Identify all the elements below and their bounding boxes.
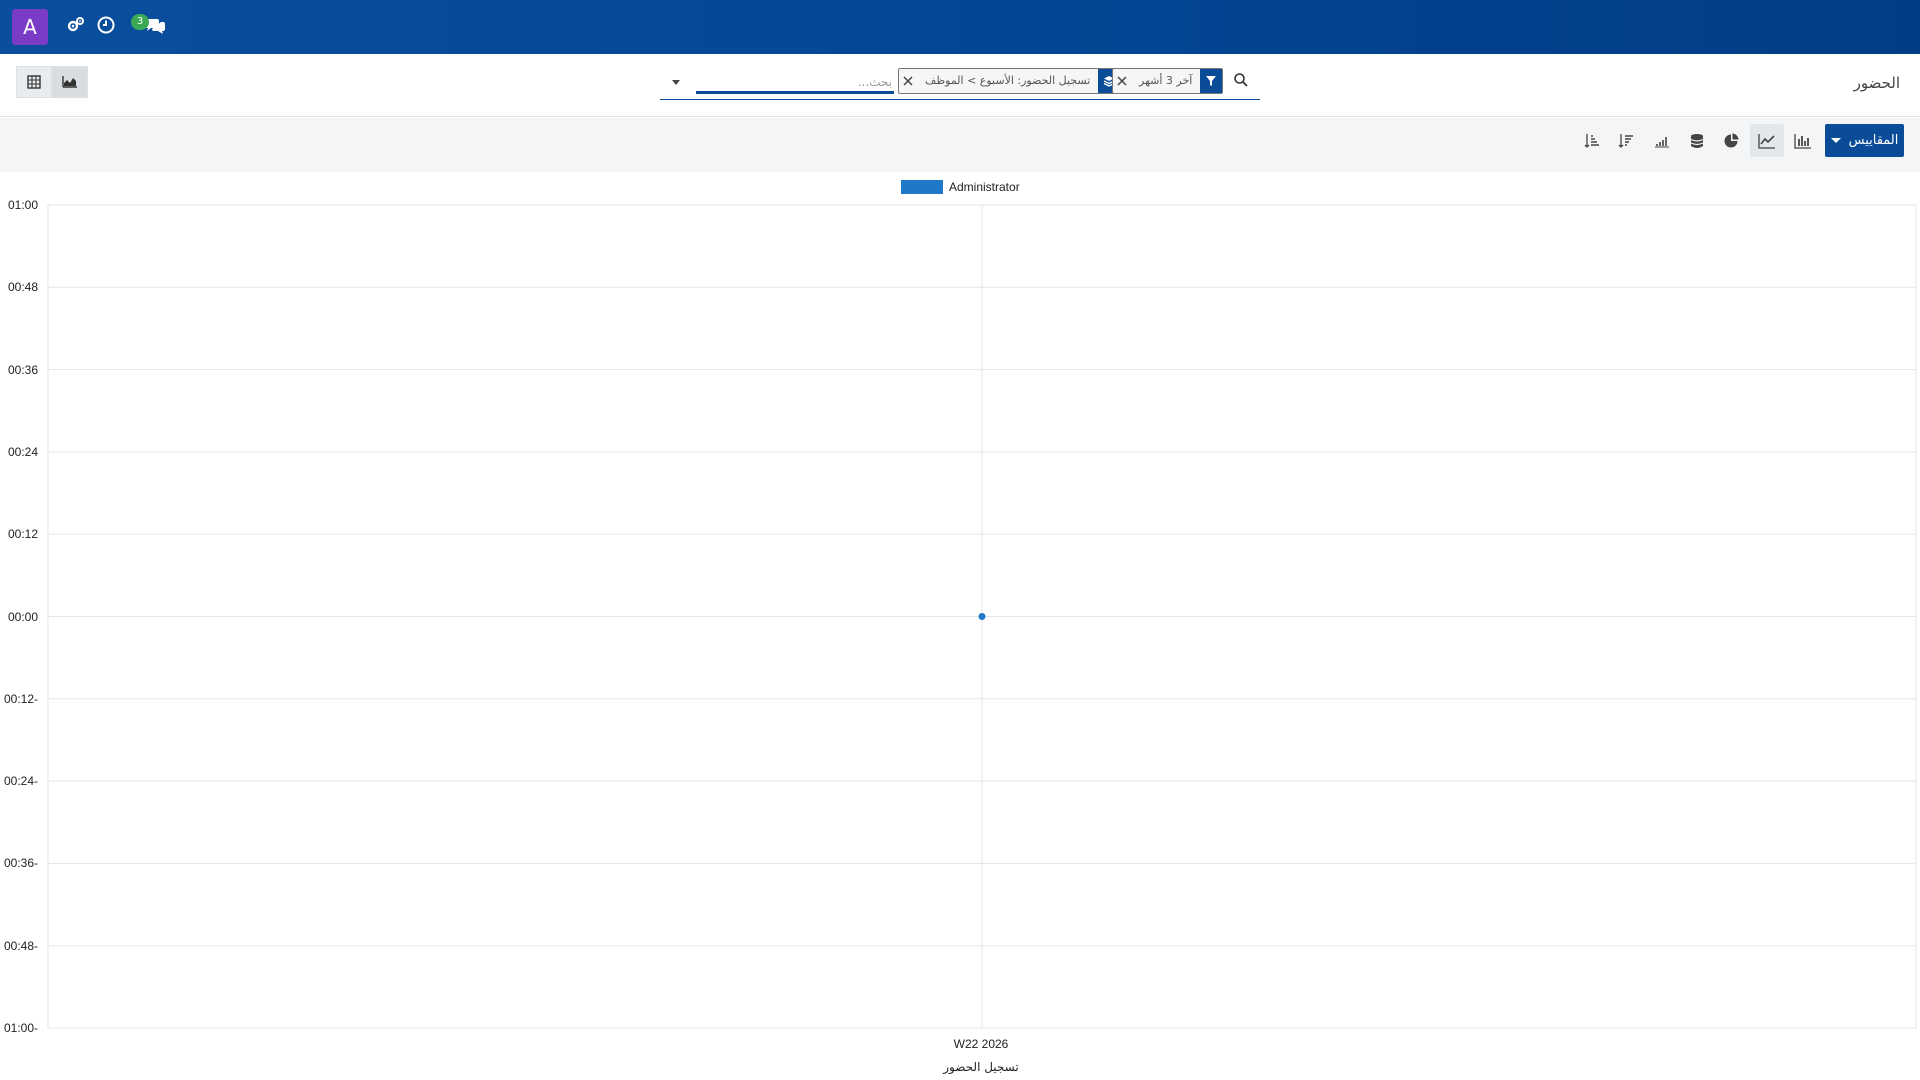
pivot-view-button[interactable]: [16, 66, 52, 98]
pie-chart-icon: [1724, 133, 1739, 147]
y-tick-label: 00:00: [7, 609, 38, 624]
settings-gears-icon[interactable]: [66, 15, 90, 39]
filter-facet: آخر 3 أشهر: [1112, 68, 1224, 94]
sort-ascending-button[interactable]: [1575, 124, 1609, 157]
control-panel: تسجيل الحضور: الأسبوع > الموظف آخر 3 أشه…: [0, 54, 1920, 117]
pie-chart-button[interactable]: [1714, 124, 1748, 157]
y-tick-label: 00:36: [7, 362, 38, 377]
y-tick-label: 00:24-: [3, 774, 38, 789]
messages-badge: 3: [131, 14, 149, 30]
pivot-view-icon: [27, 75, 41, 89]
y-tick-label: 00:36-: [3, 856, 38, 871]
plot-area: [47, 204, 1917, 1029]
data-point[interactable]: [978, 613, 986, 620]
cumulative-icon: [1655, 136, 1669, 147]
y-tick-label: 01:00-: [3, 1021, 38, 1035]
search-input[interactable]: [696, 72, 894, 94]
view-switcher: [16, 66, 88, 98]
stacked-icon: [1690, 133, 1704, 148]
y-tick-label: 00:12: [7, 527, 38, 542]
groupby-facet: تسجيل الحضور: الأسبوع > الموظف: [898, 68, 1122, 94]
x-axis-label: تسجيل الحضور: [943, 1060, 1019, 1074]
top-navbar: A 3: [0, 0, 1920, 54]
remove-groupby-facet-button[interactable]: [899, 69, 917, 93]
caret-down-icon: [672, 80, 680, 85]
sort-descending-button[interactable]: [1609, 124, 1643, 157]
groupby-facet-label: تسجيل الحضور: الأسبوع > الموظف: [925, 74, 1091, 87]
cumulative-button[interactable]: [1645, 124, 1679, 157]
bar-chart-button[interactable]: [1786, 124, 1820, 157]
close-icon: [903, 76, 913, 86]
breadcrumb: الحضور: [1853, 74, 1900, 92]
graph-view-icon: [62, 76, 77, 88]
stacked-button[interactable]: [1680, 124, 1714, 157]
graph-view-button[interactable]: [52, 66, 88, 98]
remove-filter-facet-button[interactable]: [1113, 69, 1131, 93]
measures-label: المقاييس: [1848, 133, 1899, 148]
line-chart-button[interactable]: [1750, 124, 1784, 157]
user-avatar[interactable]: A: [12, 9, 48, 45]
line-chart: Administrator 01:00 00:48 00:36 00:24 00:12 0…: [0, 172, 1920, 1080]
filter-facet-label: آخر 3 أشهر: [1139, 74, 1193, 87]
y-tick-label: 00:48: [7, 280, 38, 295]
close-icon: [1117, 76, 1127, 86]
filter-icon: [1200, 69, 1223, 93]
sort-descending-icon: [1618, 133, 1633, 148]
search-icon[interactable]: [1233, 72, 1253, 92]
clock-icon[interactable]: [96, 15, 120, 39]
y-tick-label: 01:00: [7, 198, 38, 212]
bar-chart-icon: [1794, 133, 1811, 149]
search-bar: تسجيل الحضور: الأسبوع > الموظف آخر 3 أشه…: [660, 64, 1260, 100]
x-tick-label: W22 2026: [953, 1037, 1009, 1051]
graph-toolbar: المقاييس: [0, 118, 1920, 172]
search-options-toggle[interactable]: [664, 70, 688, 94]
y-tick-label: 00:24: [7, 444, 38, 459]
y-tick-label: 00:12-: [3, 691, 38, 706]
measures-dropdown-button[interactable]: المقاييس: [1825, 124, 1904, 157]
caret-down-icon: [1830, 138, 1841, 143]
sort-ascending-icon: [1584, 133, 1599, 148]
line-chart-icon: [1758, 133, 1775, 149]
y-tick-label: 00:48-: [3, 938, 38, 953]
